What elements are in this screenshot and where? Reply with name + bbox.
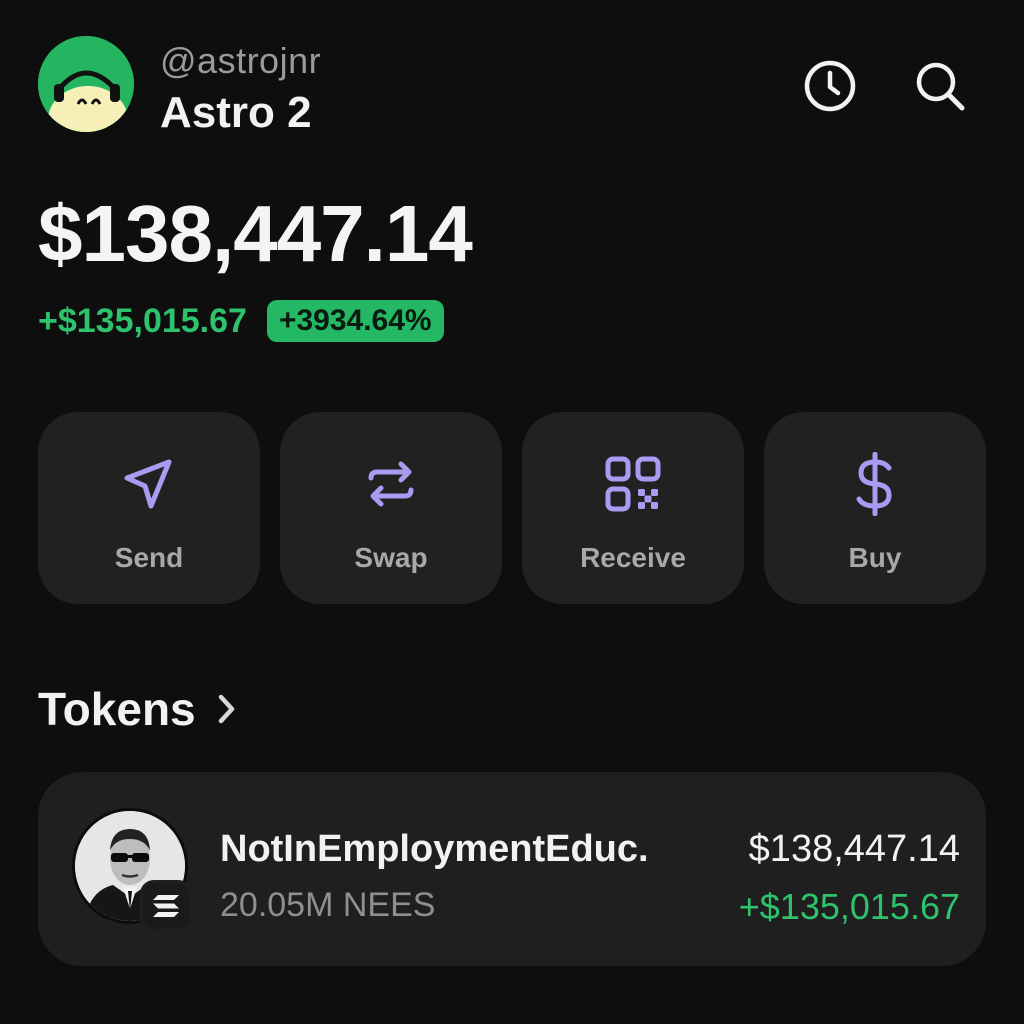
solana-icon	[153, 895, 179, 917]
search-button[interactable]	[912, 58, 968, 114]
buy-button[interactable]: Buy	[764, 412, 986, 604]
token-row[interactable]: NotInEmploymentEduc. 20.05M NEES $138,44…	[38, 772, 986, 966]
account-handle: @astrojnr	[160, 40, 322, 81]
send-button[interactable]: Send	[38, 412, 260, 604]
send-icon	[124, 459, 172, 509]
portfolio-change-row: +$135,015.67 +3934.64%	[38, 300, 444, 342]
account-name[interactable]: Astro 2	[160, 88, 312, 138]
swap-label: Swap	[354, 542, 428, 573]
token-amount: 20.05M NEES	[220, 886, 436, 924]
portfolio-change-percent-badge: +3934.64%	[266, 300, 444, 342]
tokens-title: Tokens	[38, 683, 196, 735]
buy-label: Buy	[848, 542, 902, 573]
avatar[interactable]	[38, 36, 134, 132]
dollar-icon	[856, 452, 892, 516]
chevron-right-icon	[218, 694, 234, 724]
swap-button[interactable]: Swap	[280, 412, 502, 604]
avatar-character-icon	[38, 36, 134, 132]
wallet-home-screen: @astrojnr Astro 2 $138,447.14 +$135,015.…	[0, 0, 1024, 1024]
send-label: Send	[114, 542, 184, 573]
search-icon	[916, 62, 965, 111]
solana-chain-badge	[140, 880, 192, 932]
history-icon	[804, 60, 856, 112]
portfolio-change-amount: +$135,015.67	[38, 301, 247, 340]
token-name: NotInEmploymentEduc.	[220, 828, 649, 870]
qr-code-icon	[605, 456, 661, 512]
token-value: $138,447.14	[748, 828, 960, 870]
quick-actions: Send Swap Receive Buy	[38, 412, 986, 604]
history-button[interactable]	[802, 58, 858, 114]
receive-button[interactable]: Receive	[522, 412, 744, 604]
swap-icon	[368, 461, 414, 507]
receive-label: Receive	[580, 542, 686, 573]
tokens-section-header[interactable]: Tokens	[38, 682, 238, 736]
token-change: +$135,015.67	[738, 886, 960, 927]
portfolio-balance: $138,447.14	[38, 189, 473, 278]
